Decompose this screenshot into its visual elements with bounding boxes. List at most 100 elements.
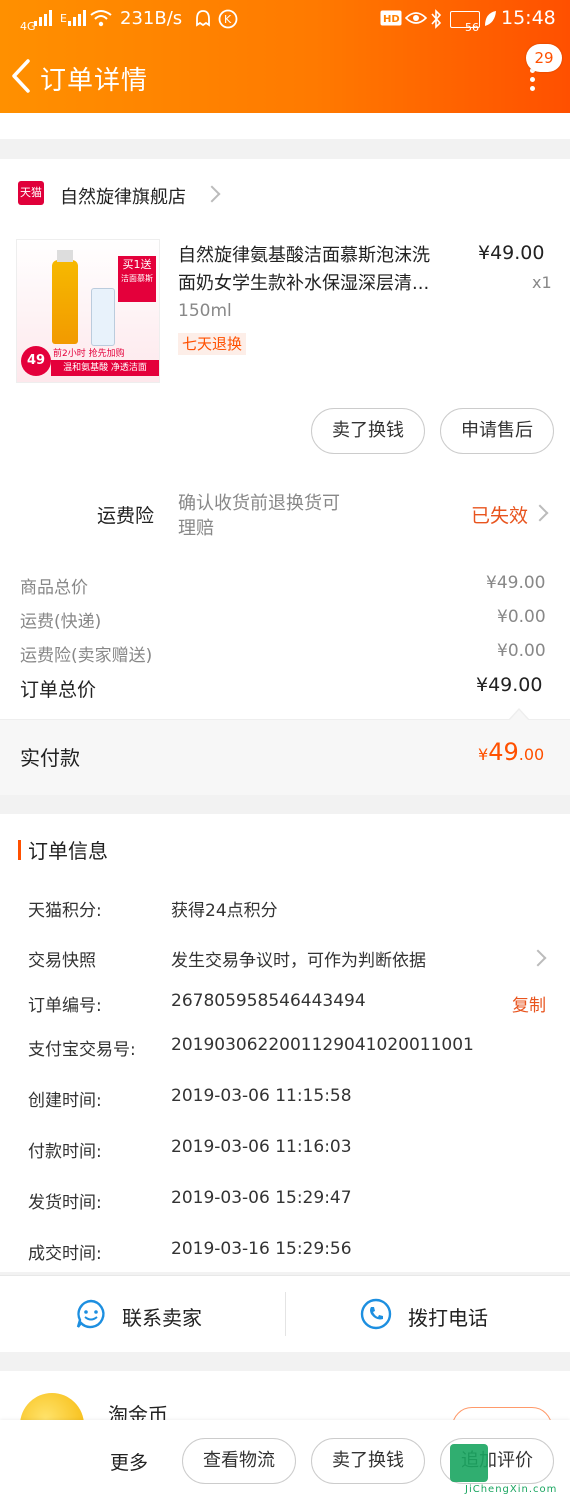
insurance-fee-value: ¥0.00 (497, 641, 546, 661)
paid-decimal: .00 (518, 745, 545, 764)
order-info-title: 订单信息 (28, 839, 108, 863)
product-title-line1[interactable]: 自然旋律氨基酸洁面慕斯泡沫洗 (178, 241, 430, 267)
paid-time-label: 付款时间: (28, 1142, 102, 1162)
created-time-label: 创建时间: (28, 1091, 102, 1111)
snapshot-label: 交易快照 (28, 951, 96, 971)
shipping-fee-value: ¥0.00 (497, 607, 546, 627)
message-count-badge: 29 (526, 44, 562, 72)
header-bar: 4G E 231B/s K HD 56 15:48 订单详情 29 (0, 0, 570, 113)
product-bottle-icon (52, 260, 78, 344)
bottom-action-bar: 更多 查看物流 卖了换钱 追加评价 JiChengXin.com (0, 1420, 570, 1500)
signal-bars-icon (34, 10, 52, 26)
leaf-icon (485, 11, 496, 26)
order-total-label: 订单总价 (20, 679, 97, 701)
insurance-status: 已失效 (471, 505, 529, 527)
svg-text:K: K (224, 13, 232, 26)
page-title: 订单详情 (40, 66, 149, 96)
product-title-line2[interactable]: 面奶女学生款补水保湿深层清... (178, 269, 429, 295)
watermark-logo-icon (450, 1444, 488, 1482)
snapshot-chevron-icon (529, 949, 547, 967)
alipay-trade-value: 2019030622001129041020011001 (171, 1035, 474, 1055)
order-total-value: ¥49.00 (476, 674, 543, 696)
goods-total-value: ¥49.00 (486, 573, 546, 593)
paid-currency: ¥ (478, 745, 489, 764)
insurance-chevron-icon (531, 504, 549, 522)
order-number-value: 267805958546443494 (171, 991, 366, 1011)
top-blank-strip (0, 113, 570, 139)
copy-button[interactable]: 复制 (512, 991, 546, 1016)
snapshot-row[interactable]: 交易快照 发生交易争议时，可作为判断依据 (0, 934, 570, 980)
insurance-desc-line1: 确认收货前退换货可 (178, 493, 340, 514)
store-row[interactable]: 天猫 自然旋律旗舰店 (0, 171, 570, 217)
order-info-card: 订单信息 天猫积分: 获得24点积分 交易快照 发生交易争议时，可作为判断依据 … (0, 814, 570, 1272)
call-phone-button[interactable]: 拨打电话 (286, 1276, 570, 1352)
points-value: 获得24点积分 (171, 901, 278, 921)
insurance-label: 运费险 (97, 505, 155, 527)
more-actions-button[interactable]: 更多 (110, 1448, 148, 1475)
status-bar: 4G E 231B/s K HD 56 15:48 (20, 7, 556, 34)
points-label: 天猫积分: (28, 901, 102, 921)
battery-level: 56 (465, 21, 479, 34)
contact-seller-button[interactable]: 联系卖家 (0, 1276, 285, 1352)
battery-icon: 56 (450, 11, 480, 34)
phone-icon (360, 1298, 392, 1330)
tmall-logo-icon: 天猫 (18, 181, 44, 205)
bottom-sell-button[interactable]: 卖了换钱 (311, 1438, 425, 1484)
paid-amount: ¥49.00 (478, 738, 544, 766)
k-app-icon: K (218, 9, 238, 29)
notification-ghost-icon (196, 10, 210, 27)
clock: 15:48 (501, 7, 556, 29)
product-quantity: x1 (532, 273, 552, 292)
contact-bar: 联系卖家 拨打电话 (0, 1275, 570, 1352)
paid-time-value: 2019-03-06 11:16:03 (171, 1137, 352, 1157)
insurance-fee-label: 运费险(卖家赠送) (20, 646, 153, 666)
wifi-icon (90, 10, 112, 27)
hd-icon: HD (380, 10, 402, 26)
bluetooth-icon (431, 9, 442, 29)
snapshot-value: 发生交易争议时，可作为判断依据 (171, 951, 426, 971)
bottle-cap-icon (57, 250, 73, 262)
signal-bars-icon-2 (68, 10, 86, 26)
created-time-value: 2019-03-06 11:15:58 (171, 1086, 352, 1106)
shipped-time-label: 发货时间: (28, 1193, 102, 1213)
insurance-desc-line2: 理赔 (178, 518, 214, 539)
completed-time-value: 2019-03-16 15:29:56 (171, 1239, 352, 1259)
title-row: 订单详情 (0, 44, 570, 110)
alipay-trade-label: 支付宝交易号: (28, 1040, 136, 1060)
store-name: 自然旋律旗舰店 (60, 187, 186, 208)
order-number-label: 订单编号: (28, 996, 102, 1016)
watermark-text: JiChengXin.com (465, 1484, 558, 1495)
return-policy-tag: 七天退换 (178, 333, 247, 355)
completed-time-label: 成交时间: (28, 1244, 102, 1264)
product-spec: 150ml (178, 301, 232, 321)
promo-tag-text: 买1送 (122, 258, 152, 271)
shipping-insurance-row[interactable]: 运费险 确认收货前退换货可 理赔 已失效 (0, 479, 570, 549)
back-arrow-icon[interactable] (8, 56, 38, 96)
chat-smile-icon (76, 1299, 105, 1329)
promo-tag-subtext: 洁面慕斯 (121, 274, 153, 283)
tmall-badge-text: 天猫 (20, 186, 42, 199)
goods-total-label: 商品总价 (20, 578, 88, 598)
network-speed: 231B/s (120, 8, 183, 29)
shipped-time-value: 2019-03-06 15:29:47 (171, 1188, 352, 1208)
product-price: ¥49.00 (478, 242, 545, 264)
promo-tag: 买1送 洁面慕斯 (118, 256, 156, 302)
price-badge: 49 (21, 346, 51, 376)
sell-button[interactable]: 卖了换钱 (311, 408, 425, 454)
shipping-fee-label: 运费(快递) (20, 612, 102, 632)
banner-line-1: 前2小时 抢先加购 (53, 349, 125, 359)
section-accent-bar (18, 840, 21, 860)
contact-seller-label: 联系卖家 (122, 1306, 202, 1330)
store-chevron-icon (203, 185, 221, 203)
paid-integer: 49 (488, 738, 519, 766)
order-card: 天猫 自然旋律旗舰店 买1送 洁面慕斯 49 前2小时 抢先加购 温和氨基酸 净… (0, 159, 570, 795)
banner-line-2: 温和氨基酸 净透洁面 (51, 360, 159, 376)
paid-label: 实付款 (20, 746, 80, 770)
svg-text:HD: HD (383, 14, 400, 25)
paid-amount-row: 实付款 ¥49.00 (0, 708, 570, 795)
eye-icon (405, 12, 427, 24)
tube-icon (91, 288, 115, 346)
product-image[interactable]: 买1送 洁面慕斯 49 前2小时 抢先加购 温和氨基酸 净透洁面 (16, 239, 160, 383)
view-logistics-button[interactable]: 查看物流 (182, 1438, 296, 1484)
after-sale-button[interactable]: 申请售后 (440, 408, 554, 454)
